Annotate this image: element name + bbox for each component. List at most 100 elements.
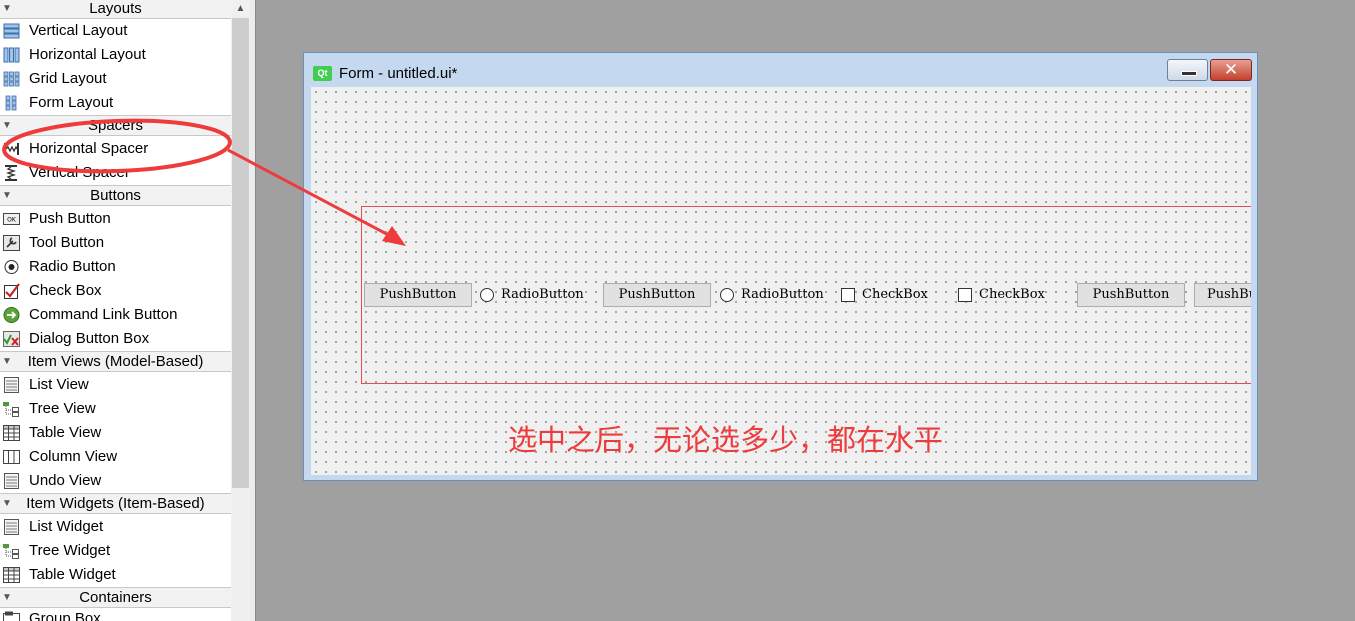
horizontal-spacer-icon <box>4 143 19 155</box>
category-item-views[interactable]: ▼ Item Views (Model-Based) <box>0 351 231 372</box>
category-label: Item Views (Model-Based) <box>27 353 204 370</box>
form-canvas[interactable]: PushButton RadioButton PushButton RadioB… <box>311 87 1251 475</box>
widget-item-tree-widget[interactable]: Tree Widget <box>0 539 231 563</box>
form-title: Form - untitled.ui* <box>339 65 458 82</box>
tree-view-icon <box>3 402 19 417</box>
check-box-icon <box>4 283 20 299</box>
radio-button-1-indicator[interactable] <box>480 288 494 302</box>
tool-button-icon <box>3 235 20 251</box>
tree-widget-icon <box>3 544 19 559</box>
widget-item-radio-button[interactable]: Radio Button <box>0 255 231 279</box>
column-view-icon <box>3 450 20 464</box>
form-titlebar[interactable]: Qt Form - untitled.ui* ✕ <box>304 53 1257 87</box>
widget-item-form-layout[interactable]: Form Layout <box>0 91 231 115</box>
widget-item-grid-layout[interactable]: Grid Layout <box>0 67 231 91</box>
category-label: Containers <box>79 589 152 606</box>
chevron-down-icon: ▼ <box>2 498 12 509</box>
form-window[interactable]: Qt Form - untitled.ui* ✕ PushButton Radi… <box>303 52 1258 481</box>
widget-item-push-button[interactable]: OK Push Button <box>0 207 231 231</box>
list-widget-icon <box>4 519 19 535</box>
table-view-icon <box>3 425 20 441</box>
list-view-icon <box>4 377 19 393</box>
push-button-3[interactable]: PushButton <box>1077 283 1185 307</box>
category-label: Layouts <box>89 0 142 17</box>
widget-box-panel: ▼ Layouts Vertical Layout Horizontal Lay… <box>0 0 231 621</box>
minimize-button[interactable] <box>1167 59 1208 81</box>
widget-item-table-view[interactable]: Table View <box>0 421 231 445</box>
category-label: Item Widgets (Item-Based) <box>26 495 205 512</box>
widget-item-group-box[interactable]: Group Box <box>0 607 231 621</box>
item-label: Table View <box>29 424 102 441</box>
check-box-1-label[interactable]: CheckBox <box>862 287 928 302</box>
close-button[interactable]: ✕ <box>1210 59 1252 81</box>
scrollbar-thumb[interactable] <box>232 18 249 488</box>
dialog-button-box-icon <box>3 331 20 347</box>
chevron-down-icon: ▼ <box>2 3 12 14</box>
radio-button-icon <box>4 260 19 274</box>
item-label: Tool Button <box>29 234 105 251</box>
chevron-down-icon: ▼ <box>2 190 12 201</box>
qt-logo-icon: Qt <box>313 66 332 81</box>
push-button-4[interactable]: PushButton <box>1194 283 1251 307</box>
check-box-2-label[interactable]: CheckBox <box>979 287 1045 302</box>
item-label: Dialog Button Box <box>29 330 150 347</box>
item-label: Command Link Button <box>29 306 178 323</box>
widget-item-tree-view[interactable]: Tree View <box>0 397 231 421</box>
push-button-2[interactable]: PushButton <box>603 283 711 307</box>
item-label: Undo View <box>29 472 102 489</box>
check-box-1-indicator[interactable] <box>841 288 855 302</box>
horizontal-layout-icon <box>3 47 20 63</box>
item-label: Radio Button <box>29 258 116 275</box>
check-box-2-indicator[interactable] <box>958 288 972 302</box>
form-layout-icon <box>5 95 17 111</box>
item-label: Vertical Spacer <box>29 164 130 181</box>
item-label: Tree View <box>29 400 96 417</box>
category-layouts[interactable]: ▼ Layouts <box>0 0 231 19</box>
chevron-down-icon: ▼ <box>2 120 12 131</box>
radio-button-2-indicator[interactable] <box>720 288 734 302</box>
item-label: Form Layout <box>29 94 114 111</box>
item-label: List Widget <box>29 518 104 535</box>
item-label: Push Button <box>29 210 111 227</box>
vertical-spacer-icon <box>5 165 17 181</box>
minimize-icon <box>1181 71 1197 76</box>
radio-button-2-label[interactable]: RadioButton <box>741 287 824 302</box>
radio-button-1-label[interactable]: RadioButton <box>501 287 584 302</box>
widget-item-list-widget[interactable]: List Widget <box>0 515 231 539</box>
widget-item-undo-view[interactable]: Undo View <box>0 469 231 493</box>
grid-layout-icon <box>3 71 20 87</box>
widget-item-list-view[interactable]: List View <box>0 373 231 397</box>
widget-item-vertical-layout[interactable]: Vertical Layout <box>0 19 231 43</box>
widget-item-table-widget[interactable]: Table Widget <box>0 563 231 587</box>
vertical-layout-icon <box>3 23 20 39</box>
widget-item-tool-button[interactable]: Tool Button <box>0 231 231 255</box>
panel-splitter[interactable] <box>250 0 256 621</box>
chevron-down-icon: ▼ <box>2 356 12 367</box>
table-widget-icon <box>3 567 20 583</box>
category-item-widgets[interactable]: ▼ Item Widgets (Item-Based) <box>0 493 231 514</box>
command-link-arrow-icon <box>3 307 20 323</box>
category-spacers[interactable]: ▼ Spacers <box>0 115 231 136</box>
push-button-1[interactable]: PushButton <box>364 283 472 307</box>
item-label: Vertical Layout <box>29 22 128 39</box>
widget-item-column-view[interactable]: Column View <box>0 445 231 469</box>
undo-view-icon <box>4 473 19 489</box>
push-button-icon: OK <box>3 213 20 225</box>
category-containers[interactable]: ▼ Containers <box>0 587 231 608</box>
widget-item-horizontal-layout[interactable]: Horizontal Layout <box>0 43 231 67</box>
item-label: Horizontal Spacer <box>29 140 149 157</box>
item-label: Horizontal Layout <box>29 46 146 63</box>
group-box-icon <box>3 611 20 621</box>
widget-item-horizontal-spacer[interactable]: Horizontal Spacer <box>0 137 231 161</box>
widget-item-command-link-button[interactable]: Command Link Button <box>0 303 231 327</box>
item-label: Tree Widget <box>29 542 111 559</box>
widget-item-vertical-spacer[interactable]: Vertical Spacer <box>0 161 231 185</box>
widget-item-check-box[interactable]: Check Box <box>0 279 231 303</box>
widget-item-dialog-button-box[interactable]: Dialog Button Box <box>0 327 231 351</box>
item-label: Check Box <box>29 282 102 299</box>
item-label: List View <box>29 376 89 393</box>
scroll-up-arrow-icon[interactable]: ▲ <box>231 0 250 18</box>
category-label: Spacers <box>87 117 144 134</box>
item-label: Table Widget <box>29 566 116 583</box>
category-buttons[interactable]: ▼ Buttons <box>0 185 231 206</box>
